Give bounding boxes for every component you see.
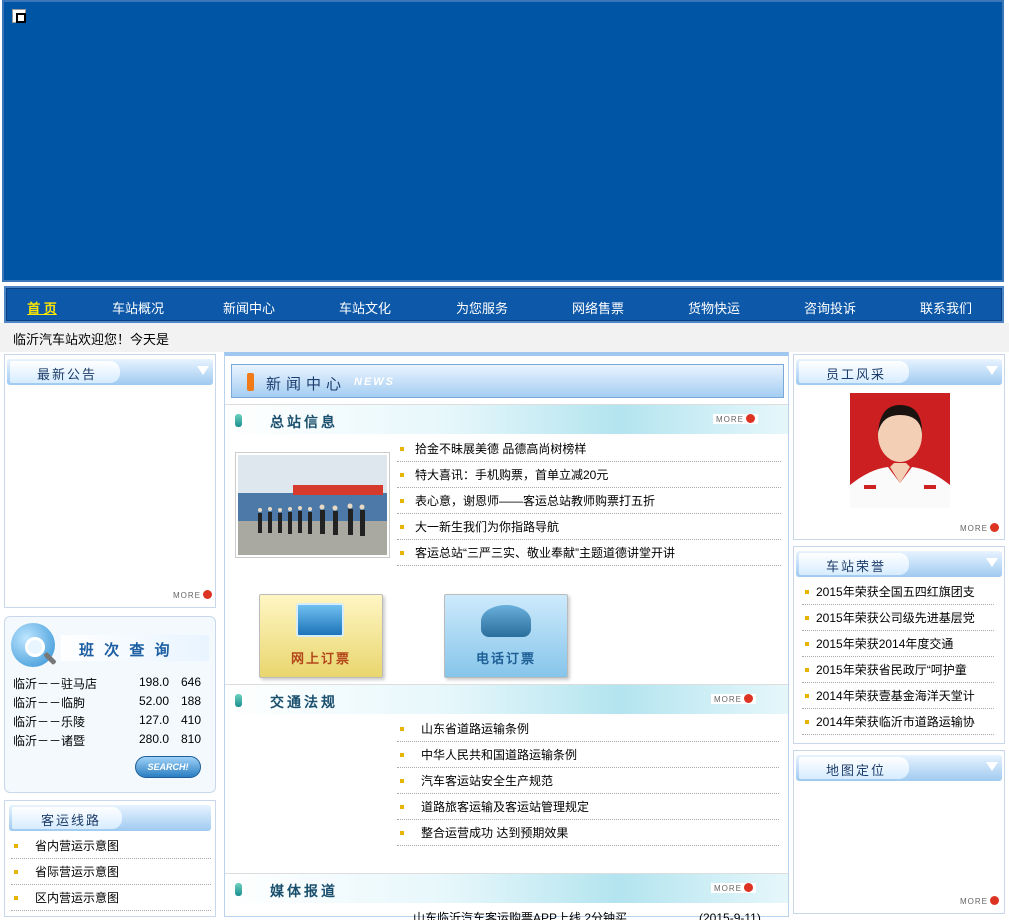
media-item-date: (2015-9-11) — [699, 911, 761, 920]
map-header: 地图定位 — [796, 755, 1002, 781]
traffic-laws-title: 交通法规 — [270, 694, 338, 710]
banner — [2, 0, 1004, 282]
triangle-down-icon — [986, 366, 998, 375]
news-en-label: NEWS — [354, 376, 395, 388]
list-item[interactable]: 拾金不昧展美德 品德高尚树榜样 — [397, 436, 781, 462]
map-more-link[interactable]: MORE — [960, 896, 999, 906]
query-title: 班 次 查 询 — [79, 642, 173, 659]
honor-box: 车站荣誉 2015年荣获全国五四红旗团支 2015年荣获公司级先进基层党 201… — [793, 546, 1005, 744]
query-row[interactable]: 临沂－－临朐 52.00 188 — [13, 694, 209, 713]
orange-bar-icon — [247, 373, 254, 391]
query-row[interactable]: 临沂－－诸暨 280.0 810 — [13, 732, 209, 751]
station-info-title: 总站信息 — [270, 414, 338, 430]
honor-list: 2015年荣获全国五四红旗团支 2015年荣获公司级先进基层党 2015年荣获2… — [802, 579, 994, 735]
welcome-bar: 临沂汽车站欢迎您！今天是 — [0, 323, 1009, 352]
query-row[interactable]: 临沂－－乐陵 127.0 410 — [13, 713, 209, 732]
online-booking-button[interactable]: 网上订票 — [259, 594, 383, 678]
list-item[interactable]: 2014年荣获壹基金海洋天堂计 — [802, 683, 994, 709]
list-item[interactable]: 2015年荣获省民政厅“呵护童 — [802, 657, 994, 683]
notice-header: 最新公告 — [7, 359, 213, 385]
news-photo[interactable] — [235, 452, 390, 558]
nav-cargo[interactable]: 货物快运 — [656, 298, 772, 317]
list-item[interactable]: 汽车客运站安全生产规范 — [397, 768, 779, 794]
list-item[interactable]: 整合运营成功 达到预期效果 — [397, 820, 779, 846]
triangle-down-icon — [986, 558, 998, 567]
list-item[interactable]: 2015年荣获全国五四红旗团支 — [802, 579, 994, 605]
section-bullet-icon — [235, 414, 242, 427]
traffic-laws-list: 山东省道路运输条例 中华人民共和国道路运输条例 汽车客运站安全生产规范 道路旅客… — [397, 716, 779, 846]
schedule-query-box: 班 次 查 询 临沂－－驻马店 198.0 646 临沂－－临朐 52.00 1… — [4, 616, 216, 793]
news-center-header: 新闻中心 NEWS — [231, 364, 784, 398]
query-table: 临沂－－驻马店 198.0 646 临沂－－临朐 52.00 188 临沂－－乐… — [13, 675, 209, 751]
list-item[interactable]: 道路旅客运输及客运站管理规定 — [397, 794, 779, 820]
honor-title: 车站荣誉 — [826, 559, 887, 574]
routes-box: 客运线路 省内营运示意图 省际营运示意图 区内营运示意图 — [4, 800, 216, 917]
staff-box: 员工风采 MORE — [793, 354, 1005, 540]
notice-title: 最新公告 — [37, 367, 98, 382]
query-row[interactable]: 临沂－－驻马店 198.0 646 — [13, 675, 209, 694]
notice-more-link[interactable]: MORE — [173, 590, 212, 600]
staff-header: 员工风采 — [796, 359, 1002, 385]
section-bullet-icon — [235, 883, 242, 896]
list-item[interactable]: 大一新生我们为你指路导航 — [397, 514, 781, 540]
center-column: 新闻中心 NEWS 总站信息 MORE 拾金不昧展美德 品德高尚树榜样 特大喜讯… — [224, 352, 789, 920]
staff-title: 员工风采 — [826, 367, 887, 382]
telephone-icon — [481, 605, 531, 637]
list-item[interactable]: 省际营运示意图 — [11, 859, 211, 885]
staff-more-link[interactable]: MORE — [960, 523, 999, 533]
media-reports-more-link[interactable]: MORE — [711, 883, 756, 893]
nav-complaint[interactable]: 咨询投诉 — [772, 298, 888, 317]
triangle-down-icon — [986, 762, 998, 771]
list-item[interactable]: 山东省道路运输条例 — [397, 716, 779, 742]
station-news-list: 拾金不昧展美德 品德高尚树榜样 特大喜讯：手机购票，首单立减20元 表心意，谢恩… — [397, 436, 781, 566]
computer-icon — [296, 603, 344, 637]
routes-list: 省内营运示意图 省际营运示意图 区内营运示意图 — [11, 833, 211, 911]
station-info-more-link[interactable]: MORE — [713, 414, 758, 424]
map-title: 地图定位 — [826, 763, 887, 778]
list-item[interactable]: 中华人民共和国道路运输条例 — [397, 742, 779, 768]
list-item[interactable]: 区内营运示意图 — [11, 885, 211, 911]
flash-placeholder-icon — [12, 9, 26, 23]
media-list: 山东临沂汽车客运购票APP上线 2分钟买 (2015-9-11) — [397, 906, 781, 920]
station-info-header: 总站信息 MORE — [225, 404, 788, 434]
routes-header: 客运线路 — [9, 805, 211, 831]
bus-ceremony-image — [238, 455, 387, 555]
welcome-text: 临沂汽车站欢迎您！今天是 — [13, 332, 170, 347]
phone-booking-button[interactable]: 电话订票 — [444, 594, 568, 678]
media-reports-header: 媒体报道 MORE — [225, 873, 788, 903]
list-item[interactable]: 表心意，谢恩师——客运总站教师购票打五折 — [397, 488, 781, 514]
staff-photo[interactable] — [850, 393, 950, 508]
map-box: 地图定位 MORE — [793, 750, 1005, 914]
traffic-laws-header: 交通法规 MORE — [225, 684, 788, 714]
nav-station-overview[interactable]: 车站概况 — [80, 298, 196, 317]
search-button[interactable]: SEARCH! — [135, 756, 201, 778]
nav-online-ticket[interactable]: 网络售票 — [540, 298, 656, 317]
notice-box: 最新公告 MORE — [4, 354, 216, 608]
nav-news-center[interactable]: 新闻中心 — [191, 298, 307, 317]
list-item[interactable]: 省内营运示意图 — [11, 833, 211, 859]
news-center-title: 新闻中心 — [266, 376, 347, 393]
honor-header: 车站荣誉 — [796, 551, 1002, 577]
triangle-down-icon — [197, 366, 209, 375]
nav-service[interactable]: 为您服务 — [424, 298, 540, 317]
nav-station-culture[interactable]: 车站文化 — [307, 298, 423, 317]
list-item[interactable]: 2014年荣获临沂市道路运输协 — [802, 709, 994, 735]
routes-title: 客运线路 — [41, 813, 102, 828]
list-item[interactable]: 客运总站“三严三实、敬业奉献”主题道德讲堂开讲 — [397, 540, 781, 566]
main-nav: 首 页 车站概况 新闻中心 车站文化 为您服务 网络售票 货物快运 咨询投诉 联… — [4, 286, 1004, 323]
list-item[interactable]: 特大喜讯：手机购票，首单立减20元 — [397, 462, 781, 488]
media-item-title[interactable]: 山东临沂汽车客运购票APP上线 2分钟买 — [413, 910, 627, 920]
list-item[interactable]: 2015年荣获公司级先进基层党 — [802, 605, 994, 631]
nav-contact[interactable]: 联系我们 — [888, 298, 1004, 317]
list-item[interactable]: 2015年荣获2014年度交通 — [802, 631, 994, 657]
magnifier-globe-icon — [11, 623, 57, 667]
media-reports-title: 媒体报道 — [270, 883, 338, 899]
section-bullet-icon — [235, 694, 242, 707]
traffic-laws-more-link[interactable]: MORE — [711, 694, 756, 704]
